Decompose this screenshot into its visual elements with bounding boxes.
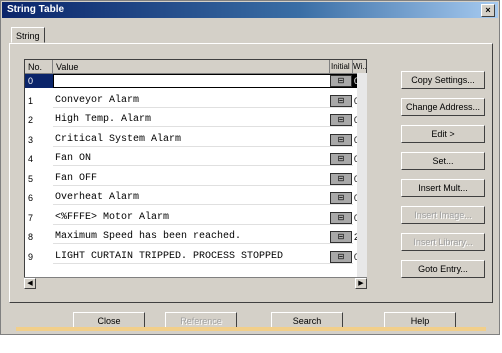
row-number[interactable]: 1 <box>25 94 53 108</box>
grid-header: No. Value Initial Wi... <box>25 60 366 74</box>
row-value[interactable]: High Temp. Alarm <box>53 113 353 127</box>
row-initial-icon[interactable]: ⊟ <box>330 172 352 185</box>
row-number[interactable]: 5 <box>25 172 53 186</box>
side-button-3[interactable]: Set... <box>401 152 485 170</box>
table-row[interactable]: 9 LIGHT CURTAIN TRIPPED. PROCESS STOPPED ⊟… <box>25 250 366 264</box>
scroll-left-icon[interactable]: ◀ <box>24 278 36 289</box>
row-initial-icon[interactable]: ⊟ <box>330 75 352 87</box>
table-row[interactable]: 7<%FFFE> Motor Alarm⊟0 <box>25 211 366 225</box>
row-number[interactable]: 8 <box>25 230 53 244</box>
row-initial-icon[interactable]: ⊟ <box>330 211 352 224</box>
header-no[interactable]: No. <box>25 60 53 74</box>
row-value[interactable]: Conveyor Alarm <box>53 94 353 108</box>
row-initial-icon[interactable]: ⊟ <box>330 153 352 165</box>
row-number[interactable]: 7 <box>25 211 53 225</box>
table-row[interactable]: 1Conveyor Alarm⊟0 <box>25 94 366 108</box>
horizontal-scrollbar[interactable]: ◀ ▶ <box>24 277 367 289</box>
table-row[interactable]: 4Fan ON⊟0 <box>25 152 366 166</box>
row-value[interactable]: Critical System Alarm <box>53 133 353 147</box>
window-title: String Table <box>7 4 65 15</box>
title-bar[interactable]: String Table × <box>2 2 498 18</box>
vertical-scrollbar[interactable] <box>357 73 367 277</box>
row-value[interactable]: Overheat Alarm <box>53 191 353 205</box>
row-value[interactable]: <%FFFE> Motor Alarm <box>53 211 353 225</box>
table-row[interactable]: 3Critical System Alarm⊟0 <box>25 133 366 147</box>
row-initial-icon[interactable]: ⊟ <box>330 250 352 263</box>
side-button-4[interactable]: Insert Mult... <box>401 179 485 197</box>
side-button-6[interactable]: Insert Library... <box>401 233 485 251</box>
side-button-5[interactable]: Insert Image... <box>401 206 485 224</box>
row-initial-icon[interactable]: ⊟ <box>330 94 352 107</box>
row-initial-icon[interactable]: ⊟ <box>330 192 352 204</box>
row-number[interactable]: 4 <box>25 152 53 166</box>
side-button-2[interactable]: Edit > <box>401 125 485 143</box>
header-value[interactable]: Value <box>53 60 330 74</box>
scroll-right-icon[interactable]: ▶ <box>355 278 367 289</box>
header-initial[interactable]: Initial <box>330 60 353 74</box>
row-number[interactable]: 0 <box>25 74 53 88</box>
row-value[interactable] <box>53 74 353 88</box>
header-width[interactable]: Wi... <box>353 60 366 74</box>
table-row[interactable]: 6Overheat Alarm⊟0 <box>25 191 366 205</box>
table-row[interactable]: 5Fan OFF⊟0 <box>25 172 366 186</box>
string-grid[interactable]: No. Value Initial Wi... 0⊟01Conveyor Ala… <box>24 59 367 289</box>
row-value[interactable]: Fan OFF <box>53 172 353 186</box>
side-button-7[interactable]: Goto Entry... <box>401 260 485 278</box>
row-value[interactable]: LIGHT CURTAIN TRIPPED. PROCESS STOPPED <box>53 250 353 264</box>
row-number[interactable]: 6 <box>25 191 53 205</box>
row-number[interactable]: 9 <box>25 250 53 264</box>
row-initial-icon[interactable]: ⊟ <box>330 133 352 146</box>
close-icon[interactable]: × <box>481 4 495 17</box>
row-value[interactable]: Maximum Speed has been reached. <box>53 230 353 244</box>
table-row[interactable]: 8Maximum Speed has been reached.⊟20 <box>25 230 366 244</box>
row-initial-icon[interactable]: ⊟ <box>330 231 352 243</box>
table-row[interactable]: 2High Temp. Alarm⊟0 <box>25 113 366 127</box>
table-row[interactable]: 0⊟0 <box>25 74 366 88</box>
string-table-window: String Table × String No. Value Initial … <box>0 0 500 335</box>
row-number[interactable]: 2 <box>25 113 53 127</box>
row-value[interactable]: Fan ON <box>53 152 353 166</box>
row-number[interactable]: 3 <box>25 133 53 147</box>
tab-string[interactable]: String <box>11 27 45 43</box>
side-button-0[interactable]: Copy Settings... <box>401 71 485 89</box>
side-button-1[interactable]: Change Address... <box>401 98 485 116</box>
highlight-strip <box>16 327 486 331</box>
row-initial-icon[interactable]: ⊟ <box>330 114 352 126</box>
